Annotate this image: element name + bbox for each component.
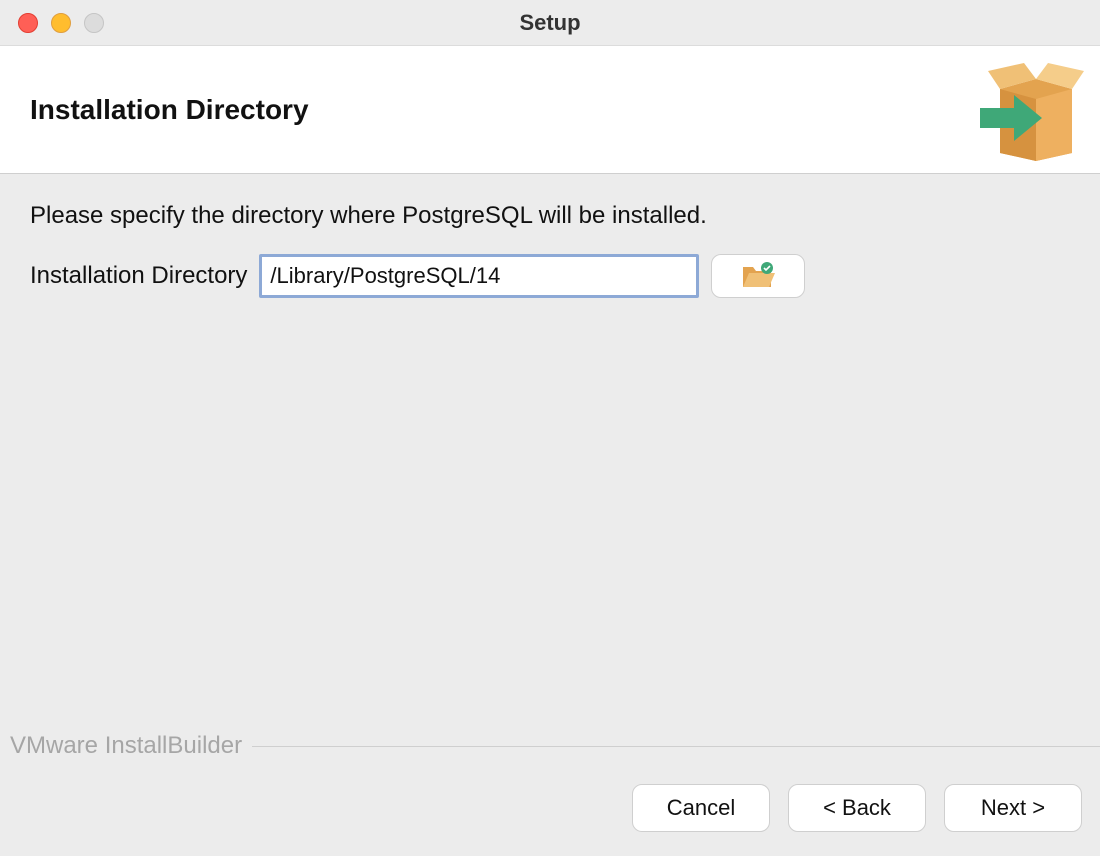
package-icon xyxy=(980,53,1090,166)
header-panel: Installation Directory xyxy=(0,46,1100,174)
window-title: Setup xyxy=(0,10,1100,36)
browse-button[interactable] xyxy=(711,254,805,298)
close-window-button[interactable] xyxy=(18,13,38,33)
back-button[interactable]: < Back xyxy=(788,784,926,832)
footer-panel: VMware InstallBuilder Cancel < Back Next… xyxy=(0,722,1100,856)
page-title: Installation Directory xyxy=(30,94,309,126)
brand-label: VMware InstallBuilder xyxy=(10,732,242,760)
body-panel: Please specify the directory where Postg… xyxy=(0,174,1100,722)
titlebar: Setup xyxy=(0,0,1100,46)
brand-divider: VMware InstallBuilder xyxy=(0,732,1100,760)
divider-line xyxy=(252,746,1100,747)
next-button[interactable]: Next > xyxy=(944,784,1082,832)
maximize-window-button xyxy=(84,13,104,33)
instructions-text: Please specify the directory where Postg… xyxy=(30,202,1070,230)
folder-open-icon xyxy=(741,261,775,292)
window-controls xyxy=(18,13,104,33)
cancel-button[interactable]: Cancel xyxy=(632,784,770,832)
installation-directory-input[interactable] xyxy=(259,254,699,298)
directory-row: Installation Directory xyxy=(30,254,1070,298)
minimize-window-button[interactable] xyxy=(51,13,71,33)
directory-label: Installation Directory xyxy=(30,262,247,290)
nav-buttons: Cancel < Back Next > xyxy=(632,784,1082,832)
